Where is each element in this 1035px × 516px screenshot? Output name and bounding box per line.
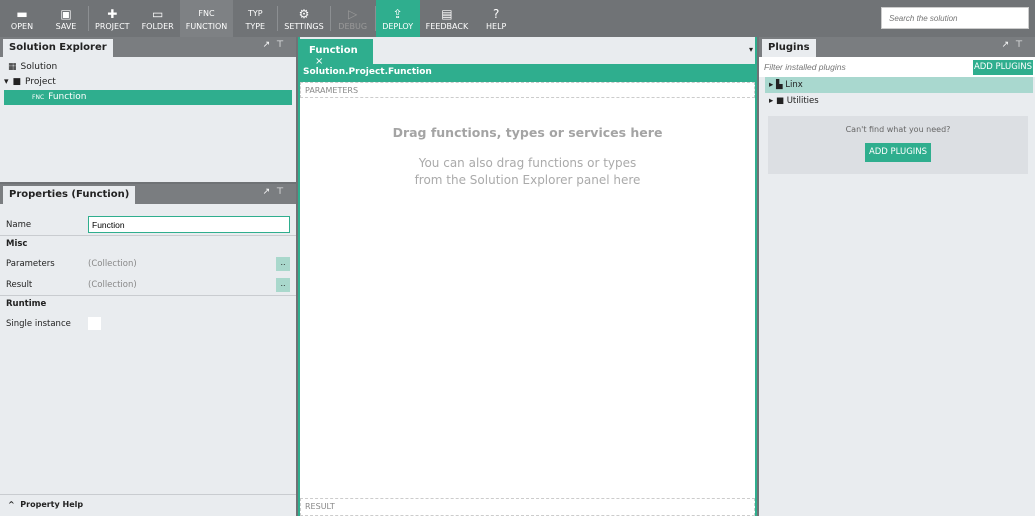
drop-zone[interactable]: Drag functions, types or services here Y… — [300, 125, 755, 187]
name-label: Name — [6, 219, 32, 230]
result-edit-button[interactable]: .. — [276, 277, 290, 292]
tree-item-function[interactable]: FNC Function — [4, 90, 292, 105]
name-field[interactable] — [88, 216, 290, 233]
upload-icon: ⇪ — [392, 7, 403, 21]
toolbar-label: OPEN — [10, 22, 34, 31]
type-button[interactable]: TYP TYPE — [233, 0, 277, 37]
parameters-label: Parameters — [6, 258, 55, 269]
tree-item-solution[interactable]: ▦ Solution — [4, 60, 292, 75]
folder-open-icon: ▬ — [16, 7, 28, 21]
panel-controls[interactable]: ↗⊤ — [1002, 40, 1029, 50]
tree-item-project[interactable]: ▾ ■ Project — [4, 75, 292, 90]
add-plugins-button[interactable]: ADD PLUGINS — [973, 60, 1033, 75]
solution-explorer-panel: Solution Explorer ↗⊤ ▦ Solution ▾ ■ Project … — [0, 37, 296, 182]
close-icon[interactable]: × — [315, 56, 323, 67]
chevron-up-icon: ^ — [8, 500, 15, 509]
help-button[interactable]: ? HELP — [474, 0, 518, 37]
properties-panel: Properties (Function) ↗⊤ Name Misc Parame… — [0, 184, 296, 516]
toolbar-label: HELP — [486, 22, 507, 31]
gear-icon: ⚙ — [298, 7, 310, 21]
panel-controls[interactable]: ↗⊤ — [263, 187, 290, 197]
toolbar-label: DEPLOY — [382, 22, 414, 31]
toolbar-label: FEEDBACK — [425, 22, 469, 31]
plugin-item-utilities[interactable]: ▸ ■ Utilities — [765, 93, 1033, 109]
section-runtime: Runtime — [0, 295, 296, 313]
function-path: Solution.Project.Function — [300, 64, 755, 82]
play-icon: ▷ — [348, 7, 358, 21]
project-button[interactable]: ✚ PROJECT — [89, 0, 136, 37]
toolbar-label: FOLDER — [141, 22, 174, 31]
search-input[interactable] — [881, 7, 1029, 29]
project-icon: ■ — [12, 77, 22, 87]
save-button[interactable]: ▣ SAVE — [44, 0, 88, 37]
plugin-item-linx[interactable]: ▸ ▙ Linx — [765, 77, 1033, 93]
folder-button[interactable]: ▭ FOLDER — [136, 0, 180, 37]
toolbox-icon: ■ — [775, 96, 784, 106]
parameters-value: (Collection) — [88, 258, 137, 269]
function-button[interactable]: FNC FUNCTION — [179, 0, 234, 37]
property-help-toggle[interactable]: ^ Property Help — [0, 494, 296, 516]
comment-icon: ▤ — [441, 7, 453, 21]
parameters-section[interactable]: PARAMETERS — [300, 82, 755, 98]
type-icon: TYP — [247, 9, 263, 18]
toolbar-label: DEBUG — [338, 22, 368, 31]
deploy-button[interactable]: ⇪ DEPLOY — [375, 0, 420, 37]
filter-plugins-input[interactable] — [759, 57, 959, 77]
section-misc: Misc — [0, 235, 296, 253]
plugins-tab[interactable]: Plugins — [762, 39, 816, 57]
toolbar-label: FUNCTION — [185, 22, 228, 31]
open-button[interactable]: ▬ OPEN — [0, 0, 44, 37]
toolbar-label: PROJECT — [95, 22, 130, 31]
expand-arrow-icon[interactable]: ▾ — [4, 77, 9, 87]
toolbar: ▬ OPEN ▣ SAVE ✚ PROJECT ▭ FOLDER FNC FUNCTION TYP T… — [0, 0, 1035, 37]
toolbar-label: SAVE — [55, 22, 77, 31]
function-tag-icon: FNC — [32, 94, 45, 101]
single-instance-checkbox[interactable] — [88, 317, 101, 330]
settings-button[interactable]: ⚙ SETTINGS — [278, 0, 329, 37]
folder-icon: ▭ — [151, 7, 164, 21]
save-icon: ▣ — [60, 7, 72, 21]
cant-find-box: Can't find what you need? ADD PLUGINS — [768, 116, 1028, 174]
new-project-icon: ✚ — [107, 7, 118, 21]
tab-function[interactable]: Function × — [300, 39, 373, 67]
result-value: (Collection) — [88, 279, 137, 290]
solution-explorer-tab[interactable]: Solution Explorer — [3, 39, 113, 57]
result-label: Result — [6, 279, 33, 290]
add-plugins-button-2[interactable]: ADD PLUGINS — [865, 143, 931, 162]
function-editor: Function × ▾ Solution.Project.Function PA… — [298, 37, 757, 516]
feedback-button[interactable]: ▤ FEEDBACK — [420, 0, 475, 37]
result-section[interactable]: RESULT — [300, 498, 755, 516]
parameters-edit-button[interactable]: .. — [276, 256, 290, 271]
toolbar-label: SETTINGS — [284, 22, 324, 31]
panel-controls[interactable]: ↗⊤ — [263, 40, 290, 50]
function-icon: FNC — [198, 9, 215, 18]
plugins-panel: Plugins ↗⊤ ADD PLUGINS ▸ ▙ Linx ▸ ■ Utili… — [759, 37, 1035, 516]
help-icon: ? — [493, 7, 500, 21]
solution-icon: ▦ — [8, 62, 17, 72]
debug-button[interactable]: ▷ DEBUG — [331, 0, 375, 37]
properties-tab[interactable]: Properties (Function) — [3, 186, 136, 204]
tab-menu-icon[interactable]: ▾ — [749, 45, 753, 54]
toolbar-label: TYPE — [245, 22, 266, 31]
linx-icon: ▙ — [775, 80, 783, 90]
single-instance-label: Single instance — [6, 318, 71, 329]
